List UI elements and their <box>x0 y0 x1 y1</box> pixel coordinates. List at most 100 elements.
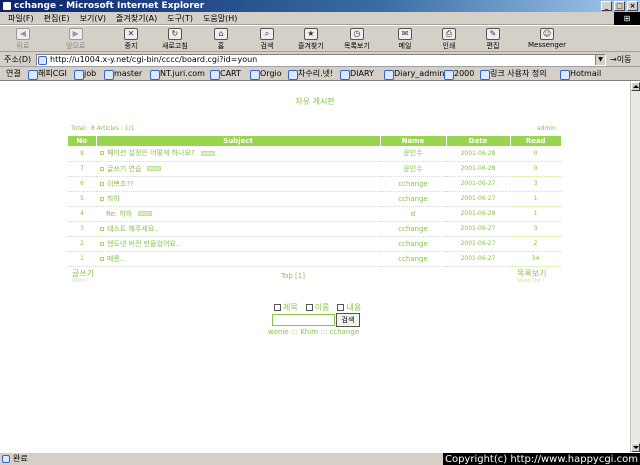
link-item[interactable]: Orgio <box>250 67 282 80</box>
post-author[interactable]: 윤인수 <box>380 146 446 162</box>
bullet-icon <box>100 226 104 231</box>
search-opt-content[interactable]: 내용 <box>337 302 361 313</box>
table-row: 3 테스트 해주세요.. cchange 2001-06-27 3 <box>68 221 561 237</box>
post-subject-link[interactable]: 이쁘죠?? <box>107 180 134 188</box>
menu-favorites[interactable]: 즐겨찾기(A) <box>116 12 157 24</box>
table-row: 2 엔도넷 버전 만들었어요.. cchange 2001-06-27 2 <box>68 236 561 252</box>
post-author[interactable]: cchange <box>380 251 446 267</box>
bullet-icon <box>100 181 104 186</box>
post-author[interactable]: cchange <box>380 191 446 207</box>
post-subject-link[interactable]: 메롱.. <box>107 255 124 263</box>
post-author[interactable]: 윤인수 <box>380 161 446 177</box>
post-subject-link[interactable]: 하하 <box>107 195 120 203</box>
search-icon: ⌕ <box>260 28 274 40</box>
links-bar: 연결 해피CGI job master NT.juri.com CART Org… <box>0 67 640 81</box>
checkbox[interactable] <box>337 304 345 311</box>
col-subject: Subject <box>95 136 380 146</box>
search-options: 제목 이름 내용 <box>274 302 361 313</box>
article-total: Total : 8 Articles : 1/1 <box>71 125 135 132</box>
link-item[interactable]: master <box>104 67 142 80</box>
edit-button[interactable]: ✎ 편집 <box>486 28 500 51</box>
go-button[interactable]: →이동 <box>610 54 631 65</box>
stop-button[interactable]: ✕ 중지 <box>124 28 138 51</box>
pagination[interactable]: Top [1] <box>281 272 305 280</box>
bullet-icon <box>100 166 104 171</box>
status-bar: 완료 Copyright(c) http://www.happycgi.com <box>0 452 640 465</box>
messenger-button[interactable]: ☺ Messenger <box>528 28 566 49</box>
post-subject-link[interactable]: 테스트 해주세요.. <box>107 225 159 233</box>
post-subject-link[interactable]: Re: 하하 <box>106 210 132 218</box>
menu-file[interactable]: 파일(F) <box>8 12 34 24</box>
copyright-overlay: Copyright(c) http://www.happycgi.com <box>442 453 640 465</box>
table-row: 6 이쁘죠?? cchange 2001-06-27 3 <box>68 176 561 192</box>
menu-help[interactable]: 도움말(H) <box>203 12 237 24</box>
write-subtitle: Write ! <box>72 278 89 284</box>
link-item[interactable]: NT.juri.com <box>150 67 205 80</box>
bullet-icon <box>100 256 104 261</box>
vertical-scrollbar[interactable] <box>630 82 640 452</box>
forward-arrow-icon: ▶ <box>68 28 83 40</box>
link-item[interactable]: Hotmail <box>560 67 601 80</box>
table-row: 5 하하 cchange 2001-06-27 1 <box>68 191 561 207</box>
post-subject-link[interactable]: 글쓰기 연습 <box>107 165 141 173</box>
home-button[interactable]: ⌂ 홈 <box>214 28 228 51</box>
list-subtitle: Show List ! <box>517 278 545 284</box>
admin-link[interactable]: admin <box>537 125 556 132</box>
checkbox[interactable] <box>274 304 281 311</box>
windows-logo-icon: ⊞ <box>614 12 640 25</box>
board-title: 자유 게시판 <box>295 97 335 106</box>
new-badge-icon <box>147 166 162 171</box>
search-opt-title[interactable]: 제목 <box>274 302 298 313</box>
search-submit-button[interactable]: 검색 <box>336 313 360 327</box>
toolbar: ◀ 뒤로 ▶ 앞으로 ✕ 중지 ↻ 새로고침 ⌂ 홈 ⌕ 검색 ★ 즐겨찾기 ◷ 목록보기 ✉ 메… <box>0 26 640 52</box>
address-input[interactable]: http://u1004.x-y.net/cgi-bin/cccc/board.… <box>36 54 606 66</box>
post-author[interactable]: cchange <box>380 176 446 192</box>
bullet-icon <box>100 151 104 156</box>
post-subject-link[interactable]: 엔도넷 버전 만들었어요.. <box>107 240 180 248</box>
maximize-button[interactable]: □ <box>614 1 625 11</box>
link-item[interactable]: 차수리.넷! <box>288 67 333 80</box>
bullet-icon <box>100 241 104 246</box>
print-button[interactable]: ⎙ 인쇄 <box>442 28 456 51</box>
mail-button[interactable]: ✉ 메일 <box>398 28 412 51</box>
forward-button[interactable]: ▶ 앞으로 <box>66 28 85 51</box>
history-button[interactable]: ◷ 목록보기 <box>344 28 370 51</box>
link-item[interactable]: 2000 <box>444 67 474 80</box>
post-subject-link[interactable]: 페이션 설정은 어떻게 하나요? <box>107 149 195 157</box>
table-row: 8 페이션 설정은 어떻게 하나요? 윤인수 2001-06-28 0 <box>68 146 561 162</box>
close-button[interactable]: × <box>627 1 638 11</box>
menu-edit[interactable]: 편집(E) <box>44 12 70 24</box>
col-read: Read <box>509 136 561 146</box>
search-input[interactable] <box>272 314 335 326</box>
scroll-down-icon[interactable] <box>631 443 640 452</box>
link-item[interactable]: CART <box>210 67 241 80</box>
checkbox[interactable] <box>305 304 313 311</box>
link-item[interactable]: 링크 사용자 정의 <box>480 67 547 80</box>
search-opt-name[interactable]: 이름 <box>305 302 329 313</box>
post-author[interactable]: d <box>380 206 446 222</box>
refresh-button[interactable]: ↻ 새로고침 <box>162 28 188 51</box>
menu-tools[interactable]: 도구(T) <box>167 12 193 24</box>
search-button[interactable]: ⌕ 검색 <box>260 28 274 51</box>
credits: wonie ::: Khim ::: cchange <box>268 328 360 336</box>
minimize-button[interactable]: _ <box>601 1 612 11</box>
link-item[interactable]: DIARY <box>340 67 374 80</box>
table-row: 4 Re: 하하 d 2001-06-28 1 <box>68 206 561 222</box>
favorites-button[interactable]: ★ 즐겨찾기 <box>298 28 324 51</box>
back-button[interactable]: ◀ 뒤로 <box>16 28 30 51</box>
post-author[interactable]: cchange <box>380 221 446 237</box>
link-item[interactable]: Diary_admin <box>384 67 444 80</box>
link-item[interactable]: 해피CGI <box>28 67 67 80</box>
page-icon <box>38 56 47 65</box>
post-author[interactable]: cchange <box>380 236 446 252</box>
link-item[interactable]: job <box>74 67 96 80</box>
scroll-up-icon[interactable] <box>631 82 640 91</box>
links-label: 연결 <box>6 69 21 78</box>
status-text: 완료 <box>13 454 28 463</box>
address-label: 주소(D) <box>4 55 32 64</box>
menu-view[interactable]: 보기(V) <box>80 12 106 24</box>
print-icon: ⎙ <box>442 28 456 40</box>
window-title: cchange - Microsoft Internet Explorer <box>14 1 205 11</box>
address-dropdown-icon[interactable]: ▼ <box>595 55 605 65</box>
back-arrow-icon: ◀ <box>16 28 30 40</box>
